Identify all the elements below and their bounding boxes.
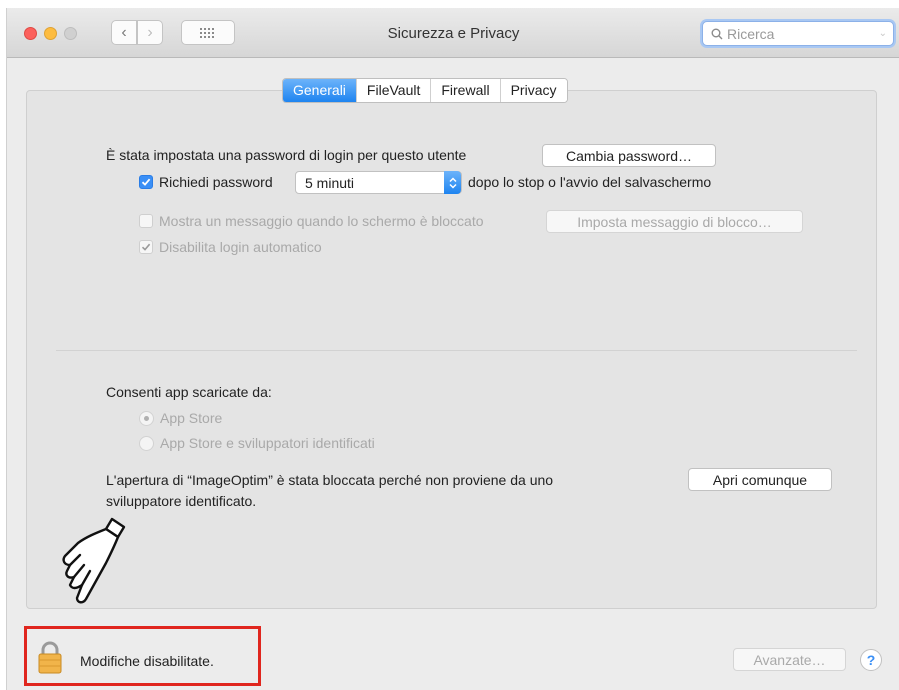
radio-dot [144, 416, 149, 421]
set-lock-message-button[interactable]: Imposta messaggio di blocco… [546, 210, 803, 233]
select-arrows-icon [444, 171, 461, 194]
require-password-suffix: dopo lo stop o l'avvio del salvaschermo [468, 174, 712, 190]
clear-search-icon: ⌄ [878, 28, 887, 39]
checkmark-icon [141, 178, 151, 186]
section-divider [56, 350, 857, 351]
lock-status-text: Modifiche disabilitate. [80, 653, 214, 669]
radio-identified-developers[interactable] [139, 436, 154, 451]
disable-autologin-label: Disabilita login automatico [159, 239, 322, 255]
tab-privacy[interactable]: Privacy [500, 79, 567, 102]
tab-bar: Generali FileVault Firewall Privacy [282, 78, 568, 103]
require-password-label: Richiedi password [159, 174, 273, 190]
help-button[interactable]: ? [860, 649, 882, 671]
advanced-button[interactable]: Avanzate… [733, 648, 846, 671]
radio-identified-developers-label: App Store e sviluppatori identificati [160, 435, 375, 451]
checkmark-icon [141, 243, 151, 251]
search-icon [711, 28, 723, 39]
radio-app-store[interactable] [139, 411, 154, 426]
tab-filevault[interactable]: FileVault [356, 79, 432, 102]
tab-generali[interactable]: Generali [283, 79, 357, 102]
search-field[interactable]: ⌄ [702, 21, 894, 46]
blocked-app-message-line1: L'apertura di “ImageOptim” è stata blocc… [106, 472, 554, 488]
title-bar: ‹ › Sicurezza e Privacy ⌄ [7, 8, 899, 58]
radio-app-store-label: App Store [160, 410, 223, 426]
tab-firewall[interactable]: Firewall [431, 79, 501, 102]
show-message-label: Mostra un messaggio quando lo schermo è … [159, 213, 484, 229]
blocked-app-message-line2: sviluppatore identificato. [106, 493, 257, 509]
password-delay-select[interactable]: 5 minuti [295, 171, 462, 194]
disable-autologin-checkbox[interactable] [139, 240, 153, 254]
pointing-hand-icon [62, 517, 126, 604]
change-password-button[interactable]: Cambia password… [542, 144, 716, 167]
password-status-text: È stata impostata una password di login … [106, 147, 467, 163]
allow-apps-label: Consenti app scaricate da: [106, 384, 272, 400]
lock-icon[interactable] [38, 641, 62, 674]
open-anyway-button[interactable]: Apri comunque [688, 468, 832, 491]
search-input[interactable] [727, 25, 877, 42]
show-message-checkbox[interactable] [139, 214, 153, 228]
password-delay-value: 5 minuti [305, 174, 355, 191]
require-password-checkbox[interactable] [139, 175, 153, 189]
